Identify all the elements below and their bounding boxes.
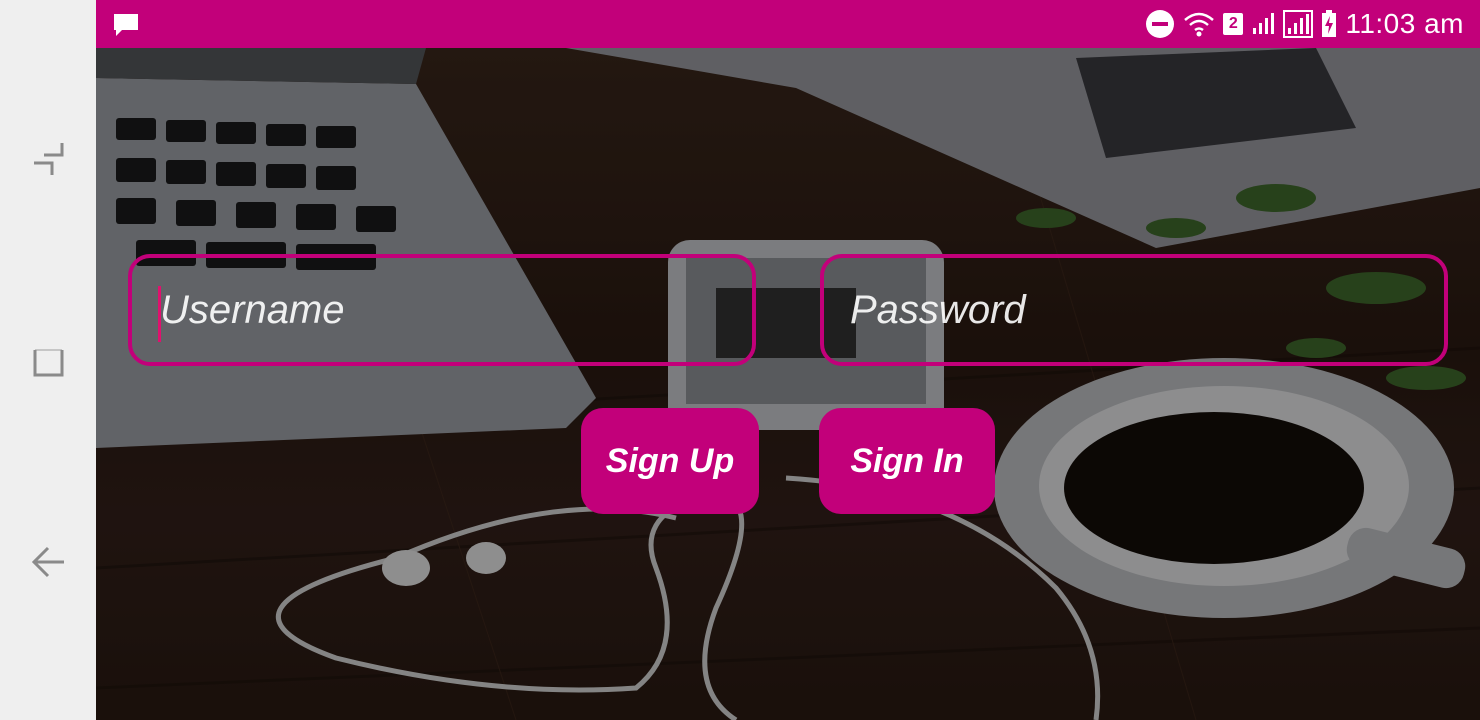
username-field[interactable]: Username xyxy=(128,254,756,366)
home-button[interactable] xyxy=(24,336,72,384)
back-button[interactable] xyxy=(24,538,72,586)
background-image xyxy=(96,48,1480,720)
do-not-disturb-icon xyxy=(1146,10,1175,38)
status-bar: 2 11:03 am xyxy=(96,0,1480,48)
signal-icon xyxy=(1283,10,1314,38)
status-icons: 2 11:03 am xyxy=(1145,8,1464,40)
username-placeholder: Username xyxy=(160,287,345,332)
sim-badge: 2 xyxy=(1223,13,1244,35)
recent-apps-button[interactable] xyxy=(24,135,72,183)
recent-apps-icon xyxy=(34,143,64,175)
message-icon xyxy=(114,14,138,36)
back-icon xyxy=(31,546,64,578)
navigation-bar xyxy=(0,0,96,720)
sign-up-button[interactable]: Sign Up xyxy=(581,408,759,514)
signal-icon xyxy=(1253,13,1275,34)
notification-area xyxy=(112,12,140,42)
background-overlay xyxy=(96,48,1480,720)
home-icon xyxy=(33,349,64,377)
battery-charging-icon xyxy=(1322,10,1337,37)
sign-in-button[interactable]: Sign In xyxy=(819,408,995,514)
password-placeholder: Password xyxy=(850,287,1026,332)
password-field[interactable]: Password xyxy=(820,254,1448,366)
wifi-icon xyxy=(1184,12,1215,37)
clock: 11:03 am xyxy=(1345,8,1464,39)
